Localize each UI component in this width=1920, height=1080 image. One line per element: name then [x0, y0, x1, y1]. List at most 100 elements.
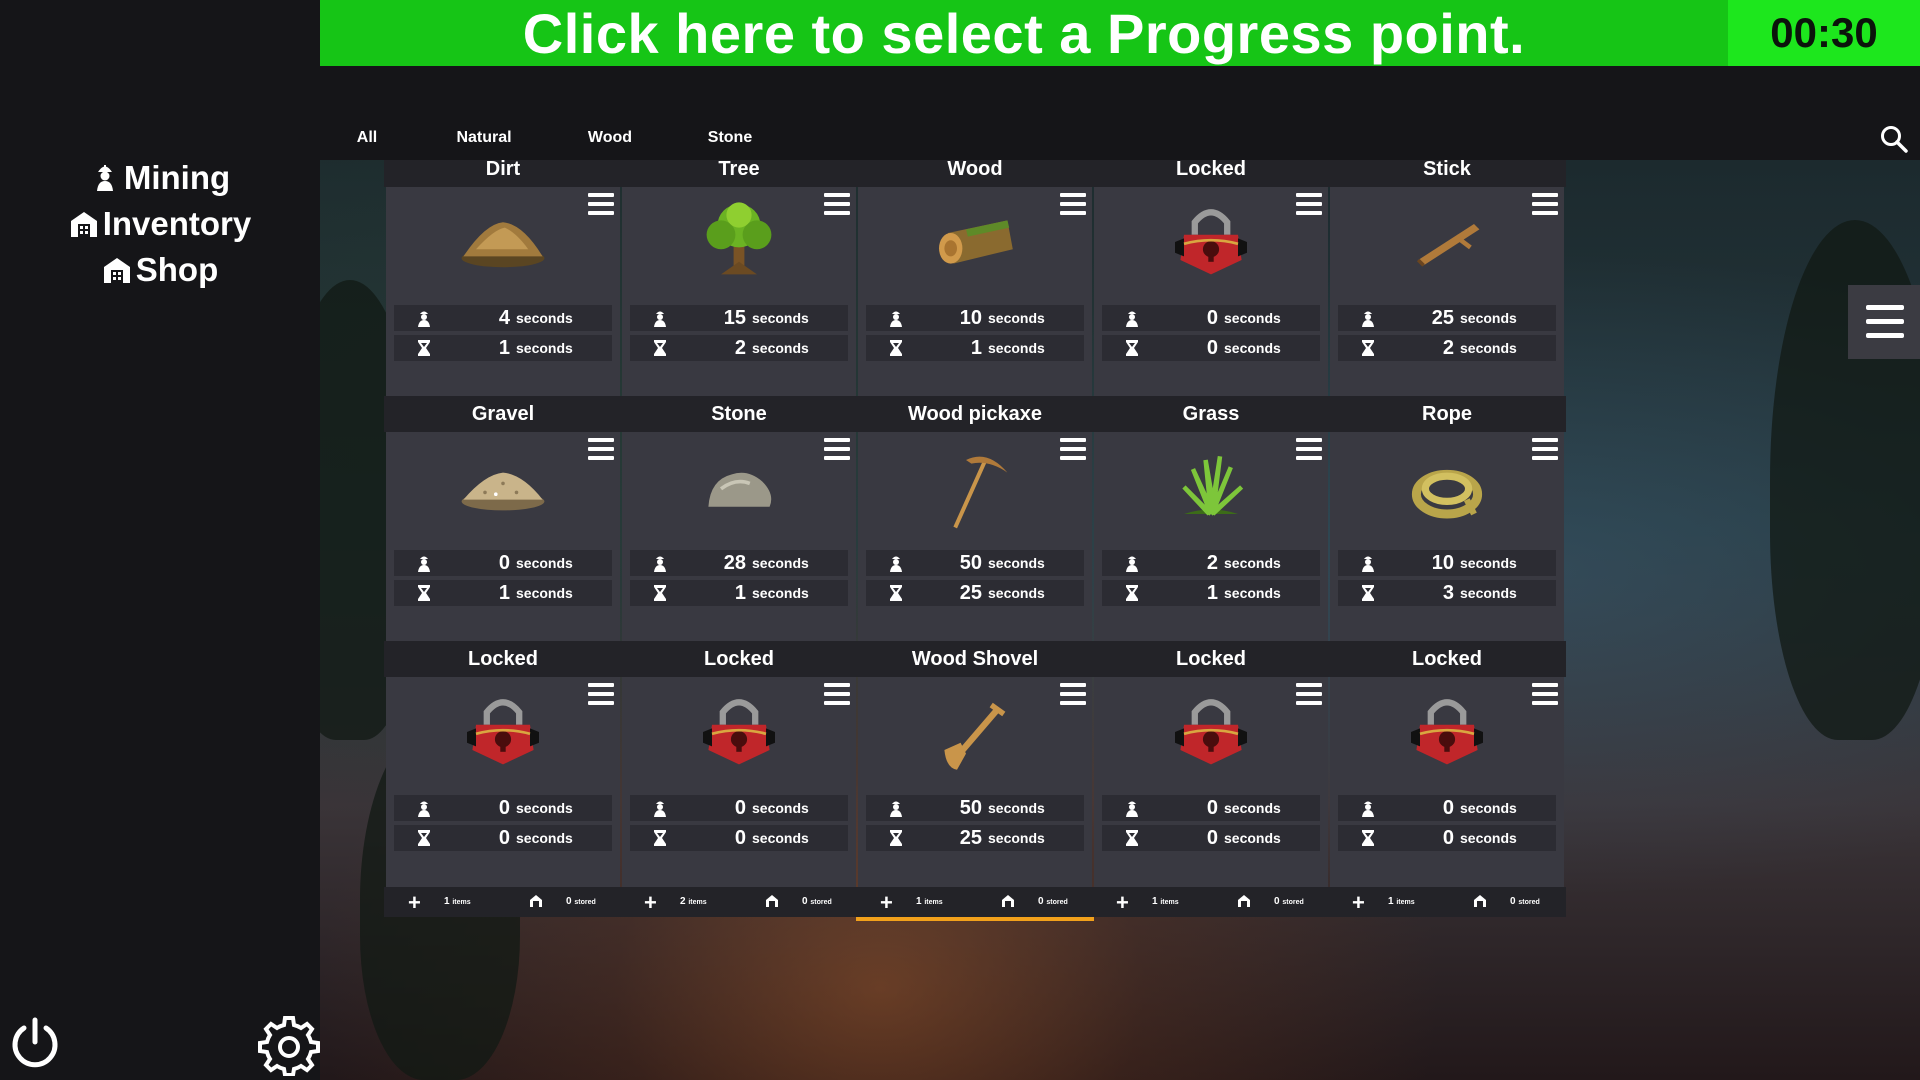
item-card[interactable]: Stone 28 seconds 1 seconds + 2 items 0 s… — [620, 396, 858, 676]
dirt-pile-icon — [461, 222, 545, 268]
item-card[interactable]: Gravel 0 seconds 1 seconds + 2 items 16 … — [384, 396, 622, 676]
item-card[interactable]: Wood 10 seconds 1 seconds + 3 items 12 s… — [856, 160, 1094, 431]
progress-point-banner[interactable]: Click here to select a Progress point. — [320, 0, 1728, 66]
card-menu-icon[interactable] — [824, 193, 850, 215]
card-title: Wood — [856, 160, 1094, 187]
storage-icon — [766, 895, 778, 907]
card-menu-icon[interactable] — [1532, 193, 1558, 215]
item-card[interactable]: Stick 25 seconds 2 seconds + 12 items 58… — [1328, 160, 1566, 431]
craft-time-value: 2 — [734, 336, 746, 359]
card-body: 0 seconds 0 seconds — [1330, 677, 1564, 887]
item-card[interactable]: Dirt 4 seconds 1 seconds + 1 items 3 sto… — [384, 160, 622, 431]
progress-bar — [856, 917, 1094, 921]
card-title: Wood pickaxe — [856, 396, 1094, 432]
card-menu-icon[interactable] — [1296, 683, 1322, 705]
tab-all[interactable]: All — [357, 129, 377, 147]
craft-time-unit: seconds — [1224, 585, 1281, 601]
mine-time-value: 0 — [734, 796, 746, 819]
item-card[interactable]: Locked 0 seconds 0 seconds + 2 items 0 s… — [620, 641, 858, 921]
nav-shop[interactable]: Shop — [102, 251, 219, 288]
card-menu-icon[interactable] — [1060, 193, 1086, 215]
item-card[interactable]: Locked 0 seconds 0 seconds + 5 items 0 s… — [1092, 160, 1330, 431]
card-title: Gravel — [384, 396, 622, 432]
mine-time-value: 10 — [1431, 551, 1454, 574]
side-menu-button[interactable] — [1848, 285, 1920, 359]
craft-time-unit: seconds — [988, 830, 1045, 846]
card-menu-icon[interactable] — [588, 193, 614, 215]
card-menu-icon[interactable] — [1532, 683, 1558, 705]
search-icon[interactable] — [1879, 124, 1909, 154]
card-menu-icon[interactable] — [1060, 438, 1086, 460]
miner-icon — [1362, 801, 1374, 817]
pickaxe-icon — [953, 456, 1008, 529]
tree-icon — [706, 202, 772, 275]
craft-time-value: 25 — [959, 581, 982, 604]
craft-time-row: 1 seconds — [394, 335, 612, 361]
miner-icon — [418, 801, 430, 817]
card-title: Rope — [1328, 396, 1566, 432]
mine-time-unit: seconds — [516, 310, 573, 326]
mine-time-unit: seconds — [1460, 310, 1517, 326]
craft-time-value: 0 — [1206, 826, 1218, 849]
mine-time-row: 0 seconds — [1338, 795, 1556, 821]
storage-icon — [530, 895, 542, 907]
craft-time-row: 2 seconds — [630, 335, 848, 361]
card-menu-icon[interactable] — [1296, 438, 1322, 460]
item-card[interactable]: Locked 0 seconds 0 seconds + 1 items 0 s… — [1092, 641, 1330, 921]
card-menu-icon[interactable] — [1296, 193, 1322, 215]
mine-time-row: 0 seconds — [630, 795, 848, 821]
card-menu-icon[interactable] — [1060, 683, 1086, 705]
power-icon[interactable] — [8, 1016, 62, 1070]
craft-time-value: 0 — [1206, 336, 1218, 359]
item-card[interactable]: Wood Shovel 50 seconds 25 seconds + 1 it… — [856, 641, 1094, 921]
craft-time-unit: seconds — [516, 340, 573, 356]
card-menu-icon[interactable] — [588, 438, 614, 460]
craft-time-unit: seconds — [752, 830, 809, 846]
card-title: Tree — [620, 160, 858, 187]
craft-time-row: 0 seconds — [1102, 825, 1320, 851]
craft-time-row: 3 seconds — [1338, 580, 1556, 606]
tab-natural[interactable]: Natural — [456, 129, 511, 147]
nav-mining[interactable]: Mining — [90, 159, 231, 196]
mine-time-unit: seconds — [988, 310, 1045, 326]
craft-time-row: 25 seconds — [866, 825, 1084, 851]
gravel-pile-icon — [461, 472, 545, 511]
item-card[interactable]: Wood pickaxe 50 seconds 25 seconds + 1 i… — [856, 396, 1094, 676]
stored-count: 0 stored — [1274, 896, 1304, 907]
add-button[interactable]: + — [1116, 890, 1129, 916]
mine-time-value: 50 — [959, 796, 982, 819]
add-button[interactable]: + — [880, 890, 893, 916]
mine-time-unit: seconds — [988, 555, 1045, 571]
card-footer: + 1 items 0 stored — [1328, 887, 1566, 917]
item-card[interactable]: Locked 0 seconds 0 seconds + 1 items 0 s… — [384, 641, 622, 921]
item-card[interactable]: Tree 15 seconds 2 seconds + 1 items 6 st… — [620, 160, 858, 431]
item-card[interactable]: Rope 10 seconds 3 seconds + 1 items 5 st… — [1328, 396, 1566, 676]
nav-mining-label: Mining — [123, 159, 231, 196]
nav-shop-label: Shop — [135, 251, 219, 288]
padlock-icon — [703, 699, 775, 765]
tab-wood[interactable]: Wood — [588, 129, 632, 147]
mine-time-value: 2 — [1206, 551, 1218, 574]
item-card[interactable]: Grass 2 seconds 1 seconds + 4 items 38 s… — [1092, 396, 1330, 676]
craft-time-unit: seconds — [988, 340, 1045, 356]
card-menu-icon[interactable] — [824, 683, 850, 705]
nav-inventory[interactable]: Inventory — [69, 205, 251, 242]
add-button[interactable]: + — [644, 890, 657, 916]
add-button[interactable]: + — [1352, 890, 1365, 916]
card-body: 2 seconds 1 seconds — [1094, 432, 1328, 642]
mine-time-row: 2 seconds — [1102, 550, 1320, 576]
hourglass-icon — [1126, 340, 1138, 356]
miner-icon — [418, 556, 430, 572]
item-card[interactable]: Locked 0 seconds 0 seconds + 1 items 0 s… — [1328, 641, 1566, 921]
card-title: Grass — [1092, 396, 1330, 432]
card-menu-icon[interactable] — [1532, 438, 1558, 460]
miner-icon — [890, 801, 902, 817]
card-menu-icon[interactable] — [588, 683, 614, 705]
craft-time-unit: seconds — [1224, 340, 1281, 356]
craft-time-unit: seconds — [1224, 830, 1281, 846]
tab-stone[interactable]: Stone — [708, 129, 752, 147]
card-menu-icon[interactable] — [824, 438, 850, 460]
add-button[interactable]: + — [408, 890, 421, 916]
gear-icon[interactable] — [258, 1014, 320, 1076]
progress-bar — [1328, 917, 1566, 921]
